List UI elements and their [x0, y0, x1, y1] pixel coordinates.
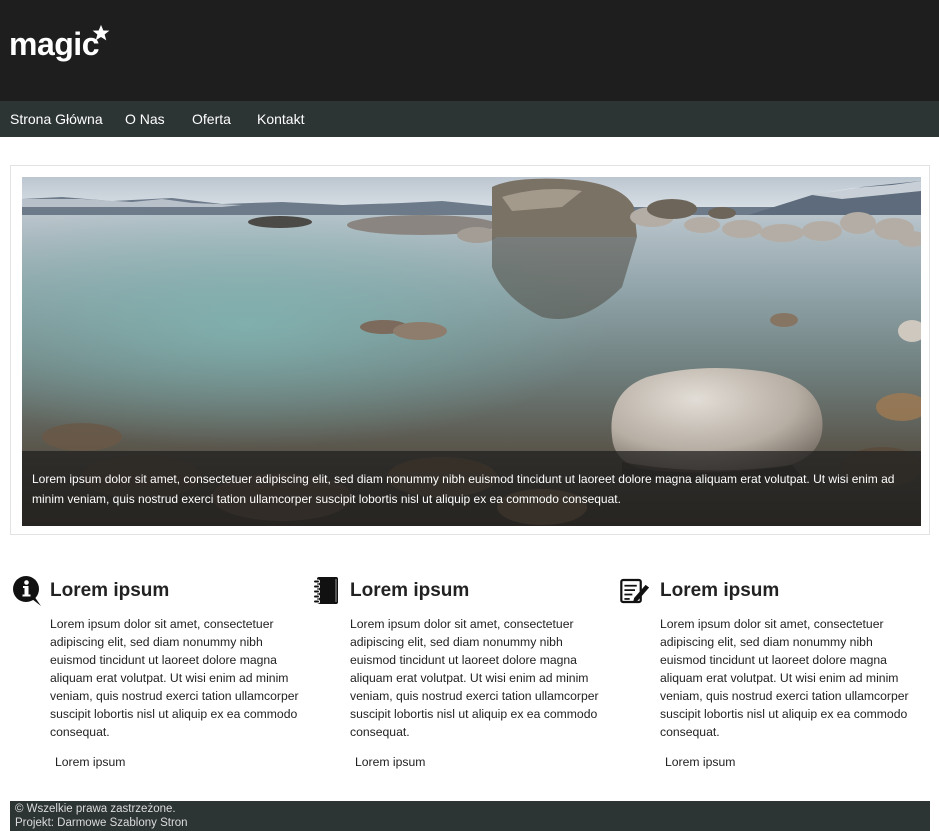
star-icon — [92, 24, 110, 41]
nav-item-contact[interactable]: Kontakt — [257, 101, 304, 137]
footer-credit[interactable]: Projekt: Darmowe Szablony Stron — [15, 816, 925, 830]
feature-title: Lorem ipsum — [50, 580, 170, 601]
feature-link[interactable]: Lorem ipsum — [665, 753, 735, 771]
notebook-icon — [313, 577, 338, 604]
feature-text: Lorem ipsum dolor sit amet, consectetuer… — [350, 617, 599, 739]
nav-item-about[interactable]: O Nas — [125, 101, 165, 137]
nav-item-home[interactable]: Strona Główna — [10, 101, 103, 137]
feature-text: Lorem ipsum dolor sit amet, consectetuer… — [50, 617, 299, 739]
main-nav: Strona Główna O Nas Oferta Kontakt — [0, 101, 939, 137]
feature-text: Lorem ipsum dolor sit amet, consectetuer… — [660, 617, 909, 739]
info-speech-icon — [13, 576, 41, 606]
site-header: magic — [0, 0, 939, 101]
slider-caption: Lorem ipsum dolor sit amet, consectetuer… — [22, 451, 921, 526]
feature-link[interactable]: Lorem ipsum — [55, 753, 125, 771]
footer-copyright: © Wszelkie prawa zastrzeżone. — [15, 803, 176, 815]
feature-link[interactable]: Lorem ipsum — [355, 753, 425, 771]
site-logo[interactable]: magic — [9, 24, 99, 64]
feature-title: Lorem ipsum — [350, 580, 470, 601]
site-footer: © Wszelkie prawa zastrzeżone. Projekt: D… — [10, 801, 930, 831]
hero-image: Lorem ipsum dolor sit amet, consectetuer… — [22, 177, 921, 526]
hero-slider: Lorem ipsum dolor sit amet, consectetuer… — [10, 165, 930, 535]
feature-title: Lorem ipsum — [660, 580, 780, 601]
nav-item-offer[interactable]: Oferta — [192, 101, 231, 137]
document-pen-icon — [620, 578, 650, 604]
